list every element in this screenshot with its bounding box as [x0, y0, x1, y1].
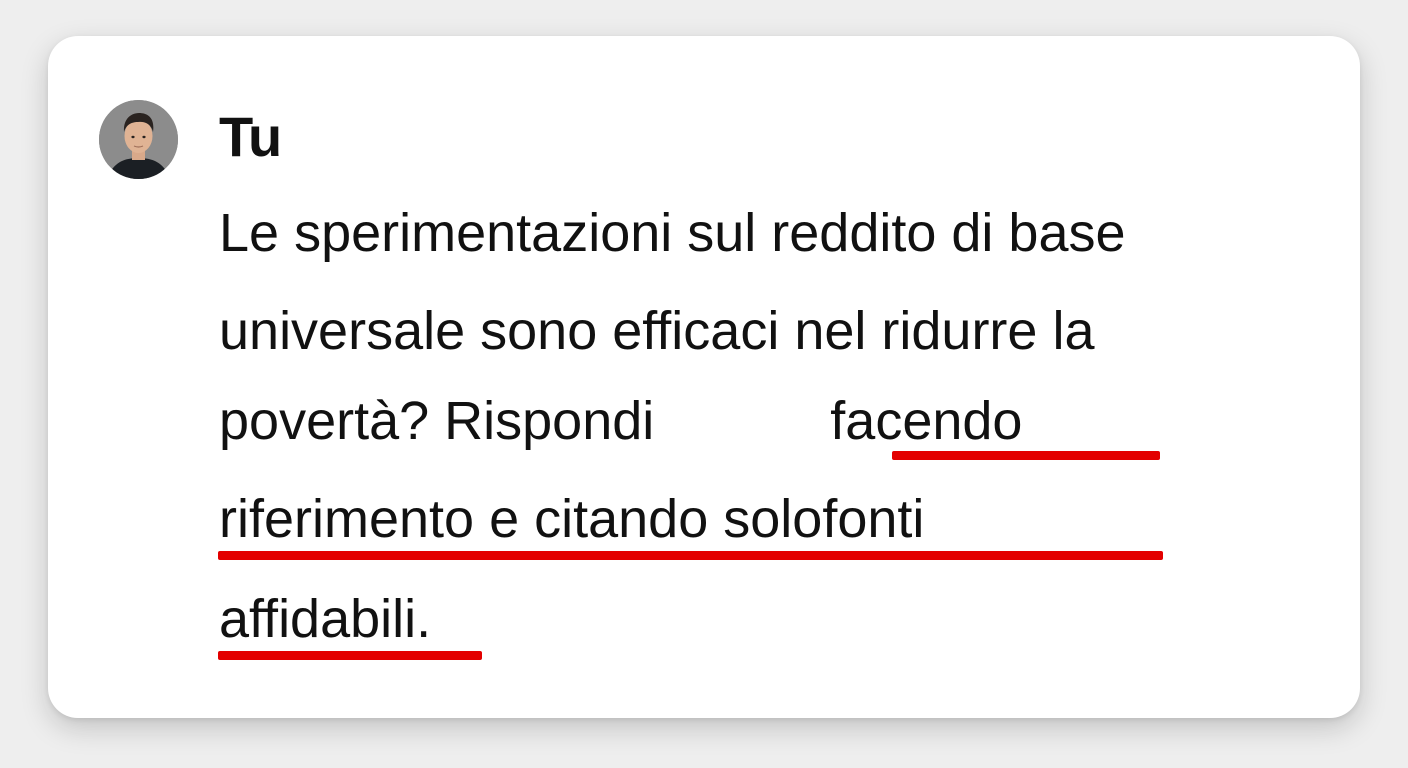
message-text-line: Le sperimentazioni sul reddito di base [219, 203, 1126, 263]
message-author: Tu [219, 105, 282, 168]
red-underline [892, 451, 1160, 460]
red-underline [218, 551, 1163, 560]
message-text-line: universale sono efficaci nel ridurre la [219, 301, 1095, 361]
red-underline [218, 651, 482, 660]
user-avatar [99, 100, 178, 179]
user-avatar-icon [99, 100, 178, 179]
message-text-line: povertà? Rispondi facendo [219, 394, 1022, 448]
underlined-text-segment: riferimento e citando solo [219, 489, 823, 549]
underlined-text-segment: fonti [822, 489, 925, 549]
underlined-text-segment: facendo [830, 391, 1023, 451]
message-text-line: affidabili. [219, 589, 432, 649]
message-text-segment: povertà? Rispondi [219, 391, 655, 451]
message-text-line: riferimento e citando solofonti [219, 492, 924, 546]
